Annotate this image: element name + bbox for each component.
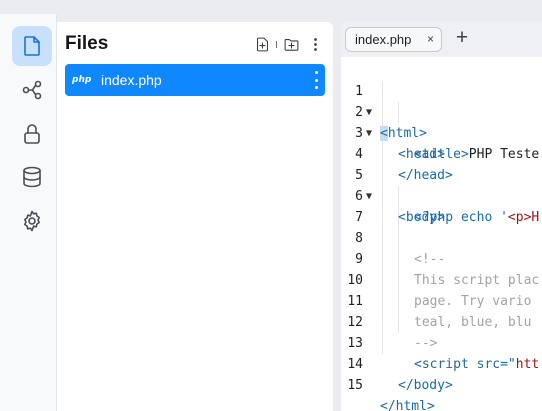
code-line: 4 </head> <box>341 123 542 183</box>
tab-index-php[interactable]: index.php × <box>345 27 442 52</box>
new-folder-icon <box>284 38 298 51</box>
new-folder-button[interactable] <box>281 34 301 54</box>
code-line: 6 <?php echo '<p>H <box>341 165 542 225</box>
database-icon <box>23 166 41 188</box>
rail-git-button[interactable] <box>12 70 52 110</box>
code-line: 7 <box>341 186 542 225</box>
rail-database-button[interactable] <box>12 157 52 197</box>
files-toolbar <box>252 34 325 54</box>
rail-settings-button[interactable] <box>12 201 52 241</box>
close-icon[interactable]: × <box>427 32 434 46</box>
line-number: 15 <box>347 378 363 393</box>
code-line: 14 </body> <box>341 333 542 393</box>
toolbar-divider <box>276 40 277 48</box>
file-item-index-php[interactable]: php index.php <box>65 64 325 96</box>
rail-files-button[interactable] <box>12 26 52 66</box>
add-tab-button[interactable]: + <box>452 27 472 49</box>
git-branch-icon <box>22 80 42 100</box>
file-name: index.php <box>101 72 162 88</box>
files-title: Files <box>65 33 109 54</box>
code-line: 9 This script plac <box>341 228 542 288</box>
code-token: </body> <box>398 378 453 393</box>
code-line: 8 <!-- <box>341 207 542 267</box>
more-vertical-icon <box>313 37 317 51</box>
code-line: 5 ▼ <body> <box>341 144 542 225</box>
code-line: 3 <title>PHP Teste <box>341 102 542 162</box>
gear-icon <box>24 210 40 232</box>
code-token: </html> <box>380 399 435 411</box>
code-line: 12 --> <box>341 291 542 351</box>
file-icon <box>24 36 40 56</box>
code-line: 15 </html> <box>341 354 542 411</box>
app-window: Files php index.php index.php × + 1 ▼ <h… <box>0 0 542 411</box>
lock-icon <box>24 124 40 144</box>
files-more-button[interactable] <box>305 34 325 54</box>
php-file-icon: php <box>72 75 92 85</box>
code-line: 1 ▼ <html> <box>341 60 542 141</box>
rail-lock-button[interactable] <box>12 114 52 154</box>
code-editor: index.php × + 1 ▼ <html> 2 ▼ <head> 3 <t <box>341 22 542 411</box>
tab-label: index.php <box>355 32 412 47</box>
new-file-icon <box>256 37 268 51</box>
code-line: 11 teal, blue, blu <box>341 270 542 330</box>
code-line: 10 page. Try vario <box>341 249 542 309</box>
file-more-button[interactable] <box>313 71 319 89</box>
new-file-button[interactable] <box>252 34 272 54</box>
activity-rail <box>0 14 57 411</box>
code-line: 13 <script src="htt <box>341 312 542 372</box>
code-line: 2 ▼ <head> <box>341 81 542 162</box>
editor-tabbar: index.php × + <box>341 22 542 57</box>
code-area[interactable]: 1 ▼ <html> 2 ▼ <head> 3 <title>PHP Teste… <box>341 60 542 411</box>
files-panel: Files php index.php <box>57 22 333 411</box>
